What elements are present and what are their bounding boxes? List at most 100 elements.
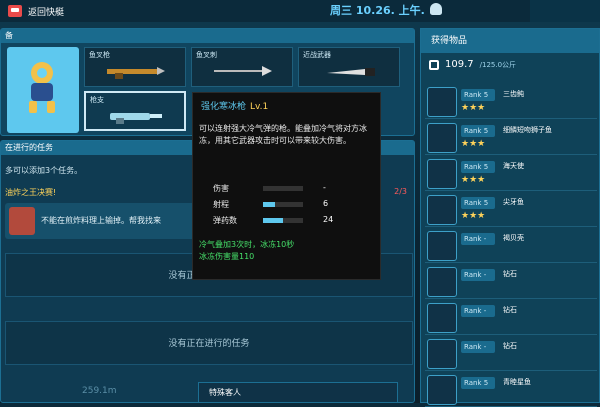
weapon-effects: 冷气叠加3次时，冰冻10秒 冰冻伤害量110	[199, 239, 294, 263]
item-name: 钻石	[503, 342, 517, 350]
sea-angel-icon	[427, 159, 457, 189]
diamond-icon	[427, 267, 457, 297]
rank-badge: Rank 5	[461, 161, 495, 173]
inventory-item[interactable]: Rank - 褐贝壳	[425, 229, 597, 263]
weapon-tooltip: 强化寒冰枪 Lv.1 可以连射强大冷气弹的枪。能叠加冷气将对方冰冻，用其它武器攻击…	[192, 92, 381, 280]
event-count: 2/3	[394, 187, 407, 196]
diamond-icon	[427, 339, 457, 369]
empty-task-label: 没有正在进行的任务	[168, 339, 250, 349]
item-name: 三齿鲀	[503, 90, 524, 98]
inventory-item[interactable]: Rank 5 细鳞短吻狮子鱼 ★★★	[425, 121, 597, 155]
item-name: 细鳞短吻狮子鱼	[503, 126, 552, 134]
equipment-header: 备	[1, 29, 414, 43]
weight-value: 109.7	[445, 59, 474, 70]
tooltip-title: 强化寒冰枪 Lv.1	[201, 99, 268, 112]
stat-bar	[263, 202, 303, 207]
inventory-item[interactable]: Rank - 钻石	[425, 301, 597, 335]
slot-label: 鱼叉枪	[89, 51, 110, 59]
rank-badge: Rank 5	[461, 377, 495, 389]
inventory-item[interactable]: Rank - 钻石	[425, 337, 597, 371]
item-name: 尖牙鱼	[503, 198, 524, 206]
weapon-description: 可以连射强大冷气弹的枪。能叠加冷气将对方冰冻，用其它武器攻击时可以带来较大伤害。	[199, 124, 367, 145]
task-text: 不能在煎炸料理上输掉。帮我找来	[41, 216, 161, 225]
slot-label: 鱼叉刺	[196, 51, 217, 59]
date-time: 周三 10.26. 上午.	[330, 4, 425, 17]
stat-damage: 伤害 -	[213, 183, 373, 195]
ice-gun-icon	[110, 113, 162, 124]
stat-range: 射程 6	[213, 199, 373, 211]
weapon-level: Lv.1	[250, 102, 269, 112]
effect-freeze: 冷气叠加3次时，冰冻10秒	[199, 240, 295, 249]
harpoon-tip-icon	[214, 66, 272, 76]
slot-label: 近战武器	[303, 51, 331, 59]
rank-badge: Rank -	[461, 305, 495, 317]
inventory-item[interactable]: Rank 5 三齿鲀 ★★★	[425, 85, 597, 119]
task-card[interactable]: 不能在煎炸料理上输掉。帮我找来	[5, 203, 195, 239]
stat-fill	[263, 202, 275, 207]
item-name: 青睦星鱼	[503, 378, 531, 386]
stat-bar	[263, 186, 303, 191]
stat-label: 伤害	[213, 184, 229, 193]
diver-icon	[29, 62, 55, 113]
stat-value: -	[323, 183, 326, 192]
pufferfish-icon	[427, 87, 457, 117]
inventory-item[interactable]: Rank - 钻石	[425, 265, 597, 299]
inventory-panel: 获得物品 109.7 /125.0公斤 Rank 5 三齿鲀 ★★★ Rank …	[420, 28, 600, 407]
rank-badge: Rank -	[461, 233, 495, 245]
stat-ammo: 弹药数 24	[213, 215, 373, 227]
weight-max: /125.0公斤	[479, 60, 517, 69]
item-name: 海天使	[503, 162, 524, 170]
weight-display: 109.7 /125.0公斤	[429, 59, 516, 70]
slot-gun[interactable]: 枪支	[84, 91, 186, 131]
stat-value: 24	[323, 215, 334, 224]
jellyfish-icon	[430, 3, 442, 15]
distance-readout: 259.1m	[82, 386, 117, 396]
item-name: 褐贝壳	[503, 234, 524, 242]
rank-badge: Rank 5	[461, 89, 495, 101]
star-rating: ★★★	[461, 139, 486, 149]
stat-label: 射程	[213, 200, 229, 209]
special-guest-label: 特殊客人	[209, 388, 241, 397]
star-rating: ★★★	[461, 211, 486, 221]
npc-avatar	[9, 207, 35, 235]
inventory-item[interactable]: Rank 5 青睦星鱼	[425, 373, 597, 407]
back-label: 返回快艇	[28, 7, 65, 18]
stat-value: 6	[323, 199, 329, 208]
inventory-header: 获得物品	[421, 29, 599, 53]
slot-harpoon-tip[interactable]: 鱼叉刺	[191, 47, 293, 87]
star-rating: ★★★	[461, 175, 486, 185]
stat-fill	[263, 218, 283, 223]
tasks-subtitle: 多可以添加3个任务。	[5, 166, 83, 175]
empty-task-slot-2: 没有正在进行的任务	[5, 321, 413, 365]
star-rating: ★★★	[461, 103, 486, 113]
item-name: 钻石	[503, 306, 517, 314]
weight-icon	[429, 59, 439, 70]
rank-badge: Rank -	[461, 269, 495, 281]
item-name: 钻石	[503, 270, 517, 278]
effect-damage: 冰冻伤害量110	[199, 252, 255, 261]
fish-icon	[427, 375, 457, 405]
diamond-icon	[427, 303, 457, 333]
knife-icon	[327, 68, 375, 76]
weapon-name: 强化寒冰枪	[201, 102, 247, 112]
event-title: 油炸之王决赛!	[5, 188, 57, 197]
top-bar: 返回快艇 周三 10.26. 上午.	[0, 0, 600, 22]
rank-badge: Rank 5	[461, 125, 495, 137]
inventory-item[interactable]: Rank 5 尖牙鱼 ★★★	[425, 193, 597, 227]
special-guest-button[interactable]: 特殊客人	[198, 382, 398, 403]
fangtooth-icon	[427, 195, 457, 225]
diver-portrait[interactable]	[7, 47, 79, 133]
rank-badge: Rank 5	[461, 197, 495, 209]
harpoon-gun-icon	[107, 67, 165, 79]
top-right-area	[530, 0, 600, 22]
slot-label: 枪支	[90, 96, 104, 104]
shell-icon	[427, 231, 457, 261]
stat-bar	[263, 218, 303, 223]
slot-melee-weapon[interactable]: 近战武器	[298, 47, 400, 87]
rank-badge: Rank -	[461, 341, 495, 353]
boat-icon	[8, 5, 22, 17]
slot-harpoon-gun[interactable]: 鱼叉枪	[84, 47, 186, 87]
inventory-item[interactable]: Rank 5 海天使 ★★★	[425, 157, 597, 191]
back-to-boat-button[interactable]: 返回快艇	[8, 2, 64, 20]
lionfish-icon	[427, 123, 457, 153]
